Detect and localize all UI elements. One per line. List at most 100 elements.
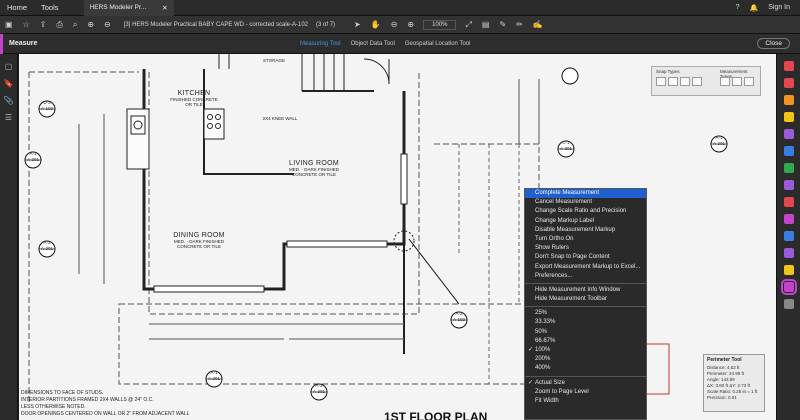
measure-toolbar: Measure Measuring Tool Object Data Tool … (0, 33, 800, 54)
section-marker: A-2 A-102 (451, 311, 467, 323)
area-tool-icon[interactable] (744, 77, 754, 86)
highlight-icon[interactable]: ✏ (511, 20, 528, 29)
section-marker: A-2 A-201 (39, 240, 55, 252)
document-canvas[interactable]: D-3 A-102 A-1 A-201 A-2 A-201 A-1 A-201 … (19, 54, 776, 420)
layers-icon[interactable]: ☰ (0, 113, 17, 122)
marker-bottom: A-201 (207, 376, 220, 381)
dining-finish-2: CONCRETE OR TILE (177, 244, 221, 249)
menu-ortho-on[interactable]: Turn Ortho On (525, 235, 646, 244)
perimeter-title: Perimeter Tool (707, 357, 742, 363)
page-up-icon[interactable]: ⊕ (82, 20, 99, 29)
stamp-icon[interactable] (783, 265, 794, 275)
section-marker: A-1 A-201 (206, 370, 222, 382)
plan-notes: DIMENSIONS TO FACE OF STUDS. INTERIOR PA… (21, 390, 189, 418)
fit-page-icon[interactable]: ⤢ (460, 20, 476, 30)
edit-pdf-icon[interactable] (783, 78, 794, 88)
more-tools-icon[interactable] (783, 299, 794, 309)
redact-icon[interactable] (783, 197, 794, 207)
scroll-mode-icon[interactable]: ▤ (477, 20, 495, 29)
measurement-context-menu: Complete Measurement Cancel Measurement … (524, 188, 647, 420)
snap-endpoint-icon[interactable] (668, 77, 678, 86)
menu-zoom-page-level[interactable]: Zoom to Page Level (525, 388, 646, 397)
comment-tool-icon[interactable] (783, 112, 794, 122)
send-icon[interactable] (783, 231, 794, 241)
attachments-icon[interactable]: 📎 (0, 96, 17, 105)
menu-hide-info-window[interactable]: Hide Measurement Info Window (525, 286, 646, 295)
menu-zoom-400[interactable]: 400% (525, 364, 646, 373)
protect-icon[interactable] (783, 180, 794, 190)
sign-icon[interactable]: ✍ (528, 20, 548, 29)
marker-bottom: A-102 (452, 317, 465, 322)
close-measure-button[interactable]: Close (757, 38, 790, 49)
export-pdf-icon[interactable] (783, 61, 794, 71)
menu-zoom-66[interactable]: 66.67% (525, 337, 646, 346)
save-icon[interactable]: ▣ (0, 20, 18, 29)
note-line: DIMENSIONS TO FACE OF STUDS. (21, 390, 104, 396)
menu-preferences[interactable]: Preferences... (525, 272, 646, 281)
page-down-icon[interactable]: ⊖ (99, 20, 116, 29)
kitchen-label-group: KITCHEN FINISHED CONCRETE OR TILE (159, 90, 229, 107)
print-icon[interactable]: ⎙ (51, 20, 67, 30)
notifications-icon[interactable]: 🔔 (749, 4, 758, 12)
zoom-out-icon[interactable]: ⊖ (386, 20, 403, 29)
menu-change-scale[interactable]: Change Scale Ratio and Precision (525, 207, 646, 216)
bookmarks-icon[interactable]: 🔖 (0, 79, 17, 88)
snap-path-icon[interactable] (656, 77, 666, 86)
menu-zoom-200[interactable]: 200% (525, 355, 646, 364)
menu-fit-width[interactable]: Fit Width (525, 397, 646, 406)
comment-icon[interactable]: ✎ (494, 20, 511, 29)
menu-cancel-measurement[interactable]: Cancel Measurement (525, 198, 646, 207)
menu-zoom-50[interactable]: 50% (525, 328, 646, 337)
measure-tool-icon[interactable] (780, 279, 797, 295)
menu-hide-toolbar[interactable]: Hide Measurement Toolbar (525, 295, 646, 304)
menu-dont-snap[interactable]: Don't Snap to Page Content (525, 253, 646, 262)
menu-home[interactable]: Home (0, 3, 34, 12)
zoom-select[interactable]: 100% (423, 19, 457, 30)
combine-files-icon[interactable] (783, 129, 794, 139)
object-data-tool-button[interactable]: Object Data Tool (351, 41, 395, 47)
close-tab-icon[interactable]: ✕ (162, 4, 167, 12)
measure-accent-bar (0, 33, 3, 54)
snap-intersection-icon[interactable] (692, 77, 702, 86)
signin-link[interactable]: Sign In (768, 4, 790, 11)
geospatial-tool-button[interactable]: Geospatial Location Tool (405, 41, 471, 47)
menu-zoom-100[interactable]: ✓ 100% (525, 346, 646, 355)
menu-change-markup-label[interactable]: Change Markup Label (525, 217, 646, 226)
dining-label-group: DINING ROOM MED. - DARK FINISHED CONCRET… (159, 232, 239, 249)
organize-pages-icon[interactable] (783, 146, 794, 156)
document-tab[interactable]: HERS Modeler Pr... ✕ (83, 0, 174, 16)
knee-wall-note: 2X4 KNEE WALL (262, 116, 298, 121)
menu-tools[interactable]: Tools (34, 3, 66, 12)
living-finish-2: CONCRETE OR TILE (292, 172, 336, 177)
living-label-group: LIVING ROOM MED. - DARK FINISHED CONCRET… (274, 160, 354, 177)
upload-icon[interactable]: ⇪ (35, 20, 52, 29)
page-info: (3 of 7) (316, 21, 336, 28)
prepare-form-icon[interactable] (783, 248, 794, 258)
menu-complete-measurement[interactable]: Complete Measurement (525, 189, 646, 199)
distance-tool-icon[interactable] (720, 77, 730, 86)
marker-bottom: A-102 (40, 106, 53, 111)
hand-tool-icon[interactable]: ✋ (366, 20, 386, 29)
living-room-label: LIVING ROOM (289, 160, 339, 167)
page-thumbnails-icon[interactable]: ▢ (0, 62, 17, 71)
measuring-tool-button[interactable]: Measuring Tool (300, 41, 341, 47)
menu-actual-size[interactable]: ✓ Actual Size (525, 379, 646, 388)
menu-disable-markup[interactable]: Disable Measurement Markup (525, 226, 646, 235)
perimeter-tool-icon[interactable] (732, 77, 742, 86)
note-line: LESS OTHERWISE NOTED. (21, 404, 86, 410)
help-icon[interactable]: ? (736, 4, 740, 11)
document-tab-label: HERS Modeler Pr... (89, 4, 147, 11)
select-tool-icon[interactable]: ➤ (349, 20, 366, 29)
search-icon[interactable]: ⌕ (68, 20, 82, 30)
dining-room-label: DINING ROOM (173, 232, 225, 239)
fill-sign-icon[interactable] (783, 214, 794, 224)
menu-show-rulers[interactable]: Show Rulers (525, 244, 646, 253)
menu-zoom-33[interactable]: 33.33% (525, 318, 646, 327)
menu-export-excel[interactable]: Export Measurement Markup to Excel... (525, 263, 646, 272)
export-icon[interactable] (783, 163, 794, 173)
create-pdf-icon[interactable] (783, 95, 794, 105)
zoom-in-icon[interactable]: ⊕ (402, 20, 419, 29)
snap-midpoint-icon[interactable] (680, 77, 690, 86)
menu-zoom-25[interactable]: 25% (525, 309, 646, 318)
bookmark-icon[interactable]: ☆ (18, 20, 35, 29)
